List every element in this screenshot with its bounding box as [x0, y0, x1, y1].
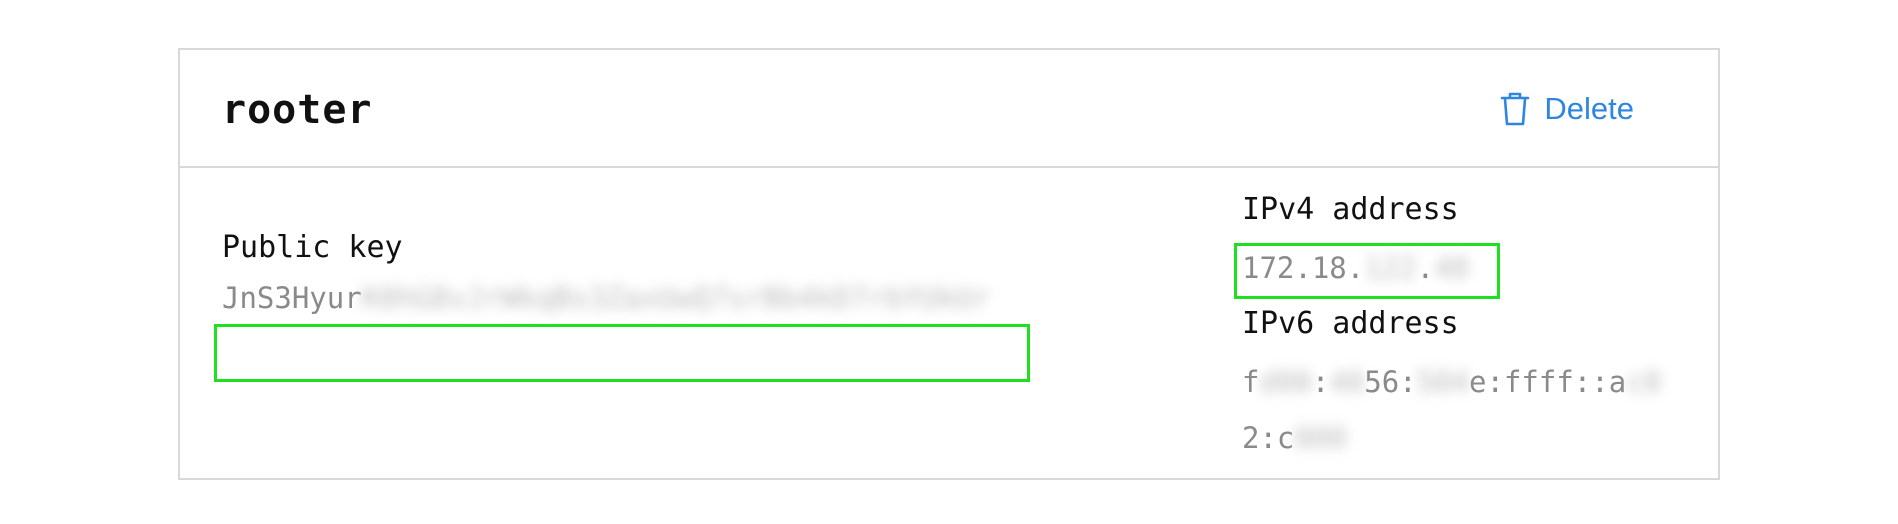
ipv4-visible: 172.18.	[1242, 251, 1365, 285]
ipv4-sep: .	[1416, 251, 1435, 285]
device-name: rooter	[222, 87, 373, 133]
trash-icon	[1500, 92, 1530, 126]
ipv6-part: 2:c	[1242, 421, 1295, 455]
ipv6-redacted: 504	[1416, 365, 1470, 399]
ipv4-redacted-octet-4: 40	[1434, 251, 1469, 285]
delete-label: Delete	[1544, 91, 1634, 126]
ipv6-value-line2: 2:c000	[1242, 420, 1347, 456]
device-card: rooter Delete Public key JnS3HyurK0hG8vJ…	[178, 48, 1720, 480]
public-key-value: JnS3HyurK0hG8vJrWkqBs3ZaxUwQ7srBb4kD7rbY…	[222, 280, 990, 316]
ipv4-label: IPv4 address	[1242, 192, 1459, 227]
public-key-redacted: K0hG8vJrWkqBs3ZaxUwQ7srBb4kD7rbYUkUr	[361, 281, 991, 315]
ipv6-redacted: 000	[1294, 421, 1347, 455]
ipv6-redacted: c0	[1626, 365, 1662, 399]
ipv4-redacted-octet-3: 122	[1364, 251, 1417, 285]
ipv6-part: 56:	[1364, 365, 1417, 399]
ipv6-part: :	[1311, 365, 1330, 399]
ipv4-value: 172.18.122.40	[1242, 250, 1469, 286]
ipv6-redacted: 40	[1329, 365, 1365, 399]
card-header: rooter Delete	[180, 50, 1718, 168]
ipv6-part: e:ffff::a	[1469, 365, 1627, 399]
delete-button[interactable]: Delete	[1500, 92, 1634, 126]
public-key-visible: JnS3Hyur	[222, 281, 362, 315]
ipv6-part: f	[1242, 365, 1260, 399]
ipv6-redacted: d00	[1259, 365, 1312, 399]
ipv6-label: IPv6 address	[1242, 306, 1459, 341]
public-key-label: Public key	[222, 230, 403, 265]
ipv6-value-line1: fd00:4056:504e:ffff::ac0	[1242, 364, 1661, 400]
